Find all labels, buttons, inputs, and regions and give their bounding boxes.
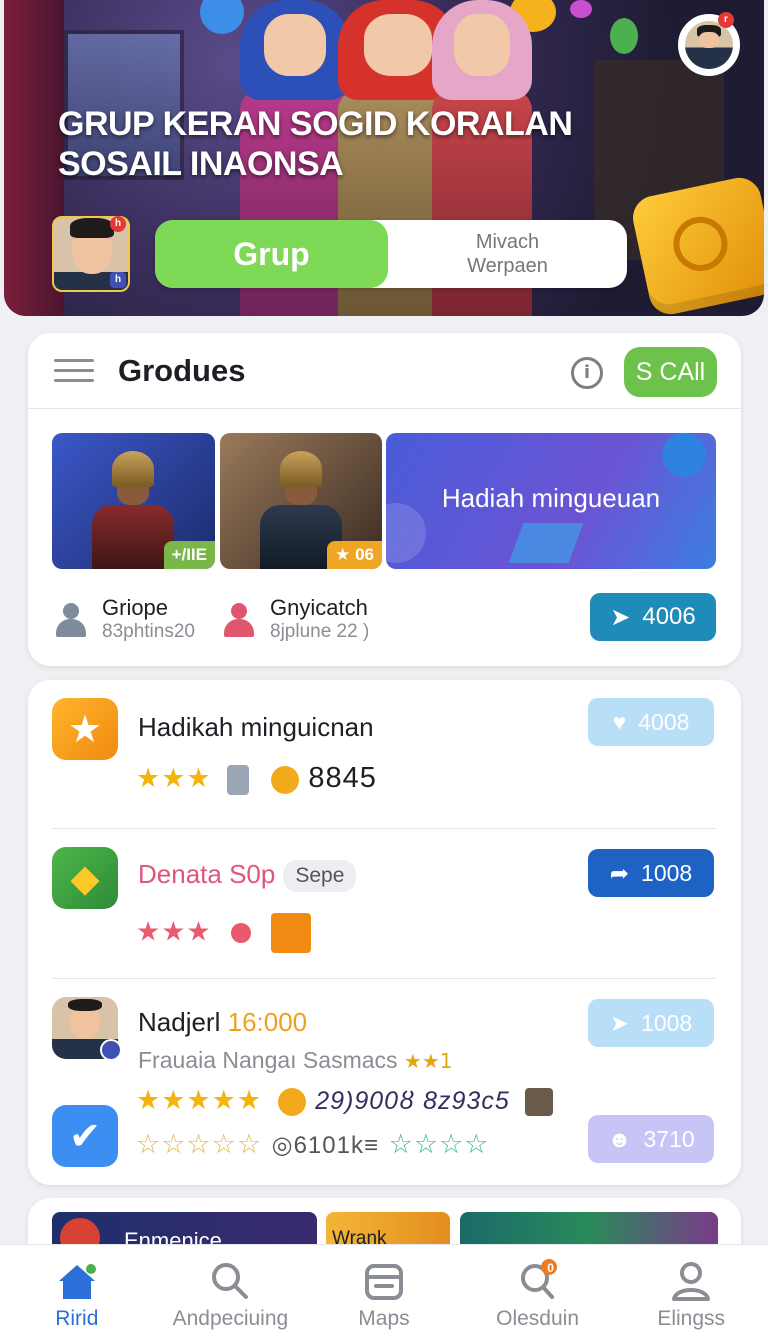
rating-stars: ★★★★★ 29)900ȣ 8z93c5 bbox=[136, 1085, 554, 1116]
game-thumbnail[interactable]: ★ 06 bbox=[220, 433, 382, 569]
share-count: 1008 bbox=[641, 1009, 693, 1036]
meta-subtitle: 83phtins20 bbox=[102, 621, 195, 642]
card-header: Grodues i S CAll bbox=[28, 333, 741, 409]
home-icon bbox=[58, 1264, 96, 1299]
item-chip: Sepe bbox=[283, 860, 357, 893]
segment-group[interactable]: Grup bbox=[155, 220, 388, 288]
segment-other[interactable]: Mivach Werpaen bbox=[388, 220, 627, 288]
share-icon: ➤ bbox=[609, 1009, 630, 1036]
info-icon[interactable]: i bbox=[571, 357, 603, 389]
emoji-icon bbox=[270, 765, 299, 794]
segment-line: Werpaen bbox=[467, 255, 548, 277]
list-item[interactable]: Nadjerl 16:000 Frauaia Nangaı Sasmacs ★★… bbox=[28, 979, 741, 1185]
emoji-icon bbox=[277, 1087, 306, 1116]
share-count-button[interactable]: ➦ 1008 bbox=[588, 849, 714, 897]
gift-app-icon: ◆ bbox=[52, 847, 118, 909]
nav-item-search[interactable]: Andpeciuing bbox=[154, 1245, 308, 1344]
item-title: Hadikah minguicnan bbox=[138, 712, 374, 742]
item-extra: ◎6101k≡ bbox=[271, 1132, 379, 1159]
avatar-badge: h bbox=[110, 272, 126, 288]
bottom-nav: Ririd Andpeciuing Maps 0 Olesduin Elings… bbox=[0, 1244, 768, 1344]
nav-label: Ririd bbox=[55, 1307, 99, 1330]
banner-row: +/IIE ★ 06 Hadiah minguеuan bbox=[52, 433, 716, 569]
nav-label: Elingss bbox=[657, 1307, 726, 1330]
rewards-list-card: ★ Hadikah minguicnan ★★★ 8845 ♥ 4008 ◆ D… bbox=[28, 680, 741, 1185]
share-count-button[interactable]: ➤ 4006 bbox=[590, 593, 716, 641]
share-count: 1008 bbox=[641, 859, 693, 886]
nav-label: Maps bbox=[358, 1307, 410, 1330]
like-count-button[interactable]: ♥ 4008 bbox=[588, 698, 714, 746]
game-thumbnail[interactable]: +/IIE bbox=[52, 433, 215, 569]
nav-item-notifications[interactable]: 0 Olesduin bbox=[461, 1245, 615, 1344]
members-count-button[interactable]: ☻ 3710 bbox=[588, 1115, 714, 1163]
list-item[interactable]: ★ Hadikah minguicnan ★★★ 8845 ♥ 4008 bbox=[28, 680, 741, 828]
hero-title: GRUP KERAN SOGID KORALAN SOSAIL INAONSA bbox=[58, 105, 573, 183]
sparkle-icon bbox=[231, 923, 252, 943]
thumbnail-badge: ★ 06 bbox=[327, 541, 382, 569]
like-count: 4008 bbox=[638, 708, 690, 735]
meta-row: Griope 83phtins20 Gnyicatch 8jplune 22 )… bbox=[52, 591, 716, 647]
thumbnail-badge: +/IIE bbox=[163, 541, 215, 569]
add-person-icon bbox=[220, 601, 258, 639]
members-count: 3710 bbox=[643, 1125, 695, 1152]
nav-label: Andpeciuing bbox=[172, 1307, 289, 1330]
avatar-badge: h bbox=[110, 216, 126, 232]
item-subtitle: Frauaia Nangaı Sasmacs ★★1 bbox=[138, 1047, 453, 1073]
item-title: Nadjerl 16:000 bbox=[138, 1007, 308, 1037]
person-icon bbox=[52, 601, 90, 639]
notification-badge: r bbox=[718, 12, 734, 28]
nav-item-maps[interactable]: Maps bbox=[307, 1245, 461, 1344]
share-icon: ➤ bbox=[610, 603, 631, 631]
verified-icon bbox=[100, 1039, 122, 1061]
meta-subtitle: 8jplune 22 ) bbox=[270, 621, 370, 642]
segment-line: Mivach bbox=[475, 231, 540, 253]
phone-icon bbox=[227, 764, 250, 795]
heart-icon: ♥ bbox=[612, 708, 627, 735]
groups-card: Grodues i S CAll +/IIE ★ 06 Hadiah mingu… bbox=[28, 333, 741, 666]
meta-title: Gnyicatch bbox=[270, 595, 368, 620]
profile-icon bbox=[672, 1262, 711, 1301]
balloon-icon bbox=[610, 18, 638, 54]
rating-stars-outline: ☆☆☆☆☆ ◎6101k≡ ☆☆☆☆ bbox=[136, 1129, 490, 1160]
meta-title: Griope bbox=[102, 595, 169, 620]
nav-item-home[interactable]: Ririd bbox=[0, 1245, 154, 1344]
call-button[interactable]: S CAll bbox=[624, 347, 717, 397]
nav-label: Olesduin bbox=[496, 1307, 580, 1330]
promo-banner-text: Hadiah minguеuan bbox=[441, 483, 661, 513]
checkbox-icon[interactable]: ✔ bbox=[52, 1105, 118, 1167]
promo-banner[interactable]: Hadiah minguеuan bbox=[386, 433, 716, 569]
menu-icon[interactable] bbox=[54, 359, 94, 383]
search-icon bbox=[212, 1263, 249, 1299]
rating-stars: ★★★ 8845 bbox=[136, 762, 377, 795]
share-count: 4006 bbox=[642, 603, 696, 630]
group-icon: ☻ bbox=[607, 1125, 632, 1152]
item-numbers: 29)900ȣ 8z93c5 bbox=[315, 1087, 510, 1115]
nav-badge: 0 bbox=[547, 1261, 554, 1275]
share-count-button[interactable]: ➤ 1008 bbox=[588, 999, 714, 1047]
nav-item-profile[interactable]: Elingss bbox=[614, 1245, 768, 1344]
balloon-icon bbox=[570, 0, 592, 18]
thumbnail-icon bbox=[525, 1087, 554, 1116]
list-item[interactable]: ◆ Denata S0p Sepe ★★★ ➦ 1008 bbox=[28, 829, 741, 979]
gift-icon bbox=[270, 913, 311, 953]
share-icon: ➦ bbox=[609, 859, 630, 886]
item-title: Denata S0p Sepe bbox=[138, 859, 357, 893]
warrior-image bbox=[92, 451, 174, 569]
segmented-control: Grup Mivach Werpaen bbox=[155, 220, 627, 288]
map-icon bbox=[364, 1264, 403, 1300]
balloon-icon bbox=[200, 0, 244, 34]
item-score: 8845 bbox=[308, 762, 377, 794]
section-title: Grodues bbox=[118, 353, 246, 388]
rating-stars: ★★★ bbox=[136, 913, 311, 953]
star-app-icon: ★ bbox=[52, 698, 118, 760]
